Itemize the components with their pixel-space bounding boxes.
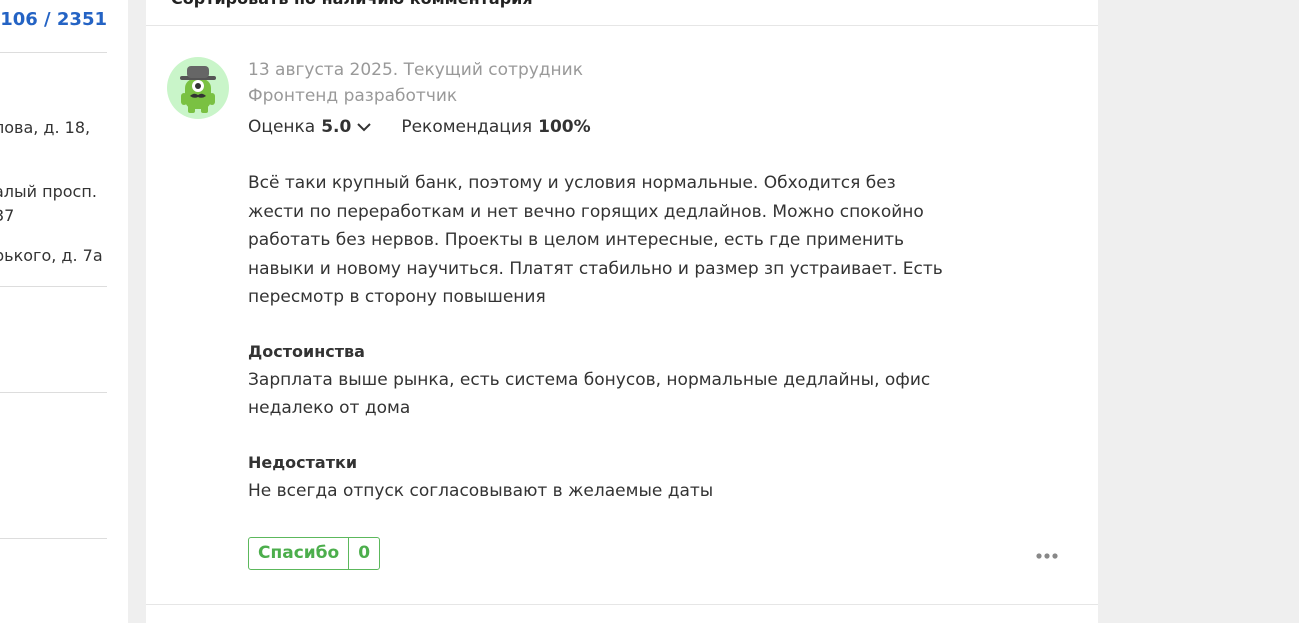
reviewer-position: Фронтенд разработчик: [248, 86, 458, 106]
recommend-label: Рекомендация: [401, 117, 533, 137]
sort-bar: Сортировать по наличию комментария: [146, 0, 1098, 26]
office-address[interactable]: лова, д. 18,: [0, 116, 114, 139]
review-body: Всё таки крупный банк, поэтому и условия…: [248, 173, 943, 307]
rating-row: Оценка 5.0 Рекомендация 100%: [248, 117, 591, 137]
anonymous-spy-avatar-icon: [180, 66, 216, 113]
chevron-down-icon[interactable]: [357, 122, 372, 132]
divider: [0, 286, 107, 287]
more-dots-icon[interactable]: [1035, 552, 1059, 560]
divider: [146, 604, 1098, 605]
cons-text: Не всегда отпуск согласовывают в желаемы…: [248, 481, 714, 501]
pros-text: Зарплата выше рынка, есть система бонусо…: [248, 370, 931, 418]
recommend-value: 100%: [538, 117, 591, 137]
rating-value[interactable]: 5.0: [321, 117, 351, 137]
review-date-status: 13 августа 2025. Текущий сотрудник: [248, 60, 583, 80]
sidebar: 1106 / 2351 лова, д. 18, алый просп. 37 …: [0, 0, 128, 623]
thanks-label[interactable]: Спасибо: [249, 538, 350, 569]
divider: [0, 392, 107, 393]
review-card: Сортировать по наличию комментария 13 ав…: [146, 0, 1098, 623]
divider: [0, 538, 107, 539]
office-address[interactable]: рького, д. 7а: [0, 244, 114, 267]
review-counter: 1106 / 2351: [0, 9, 107, 30]
avatar: [167, 57, 229, 119]
thanks-button[interactable]: Спасибо 0: [248, 537, 381, 570]
office-address[interactable]: алый просп.: [0, 180, 114, 203]
divider: [0, 52, 107, 53]
cons-title: Недостатки: [248, 453, 358, 472]
pros-title: Достоинства: [248, 342, 365, 361]
office-address[interactable]: 37: [0, 204, 114, 227]
chevron-down-icon[interactable]: [503, 0, 513, 2]
sort-dropdown[interactable]: Сортировать по наличию комментария: [171, 0, 533, 8]
rating-label: Оценка: [248, 117, 316, 137]
thanks-count: 0: [358, 543, 371, 563]
